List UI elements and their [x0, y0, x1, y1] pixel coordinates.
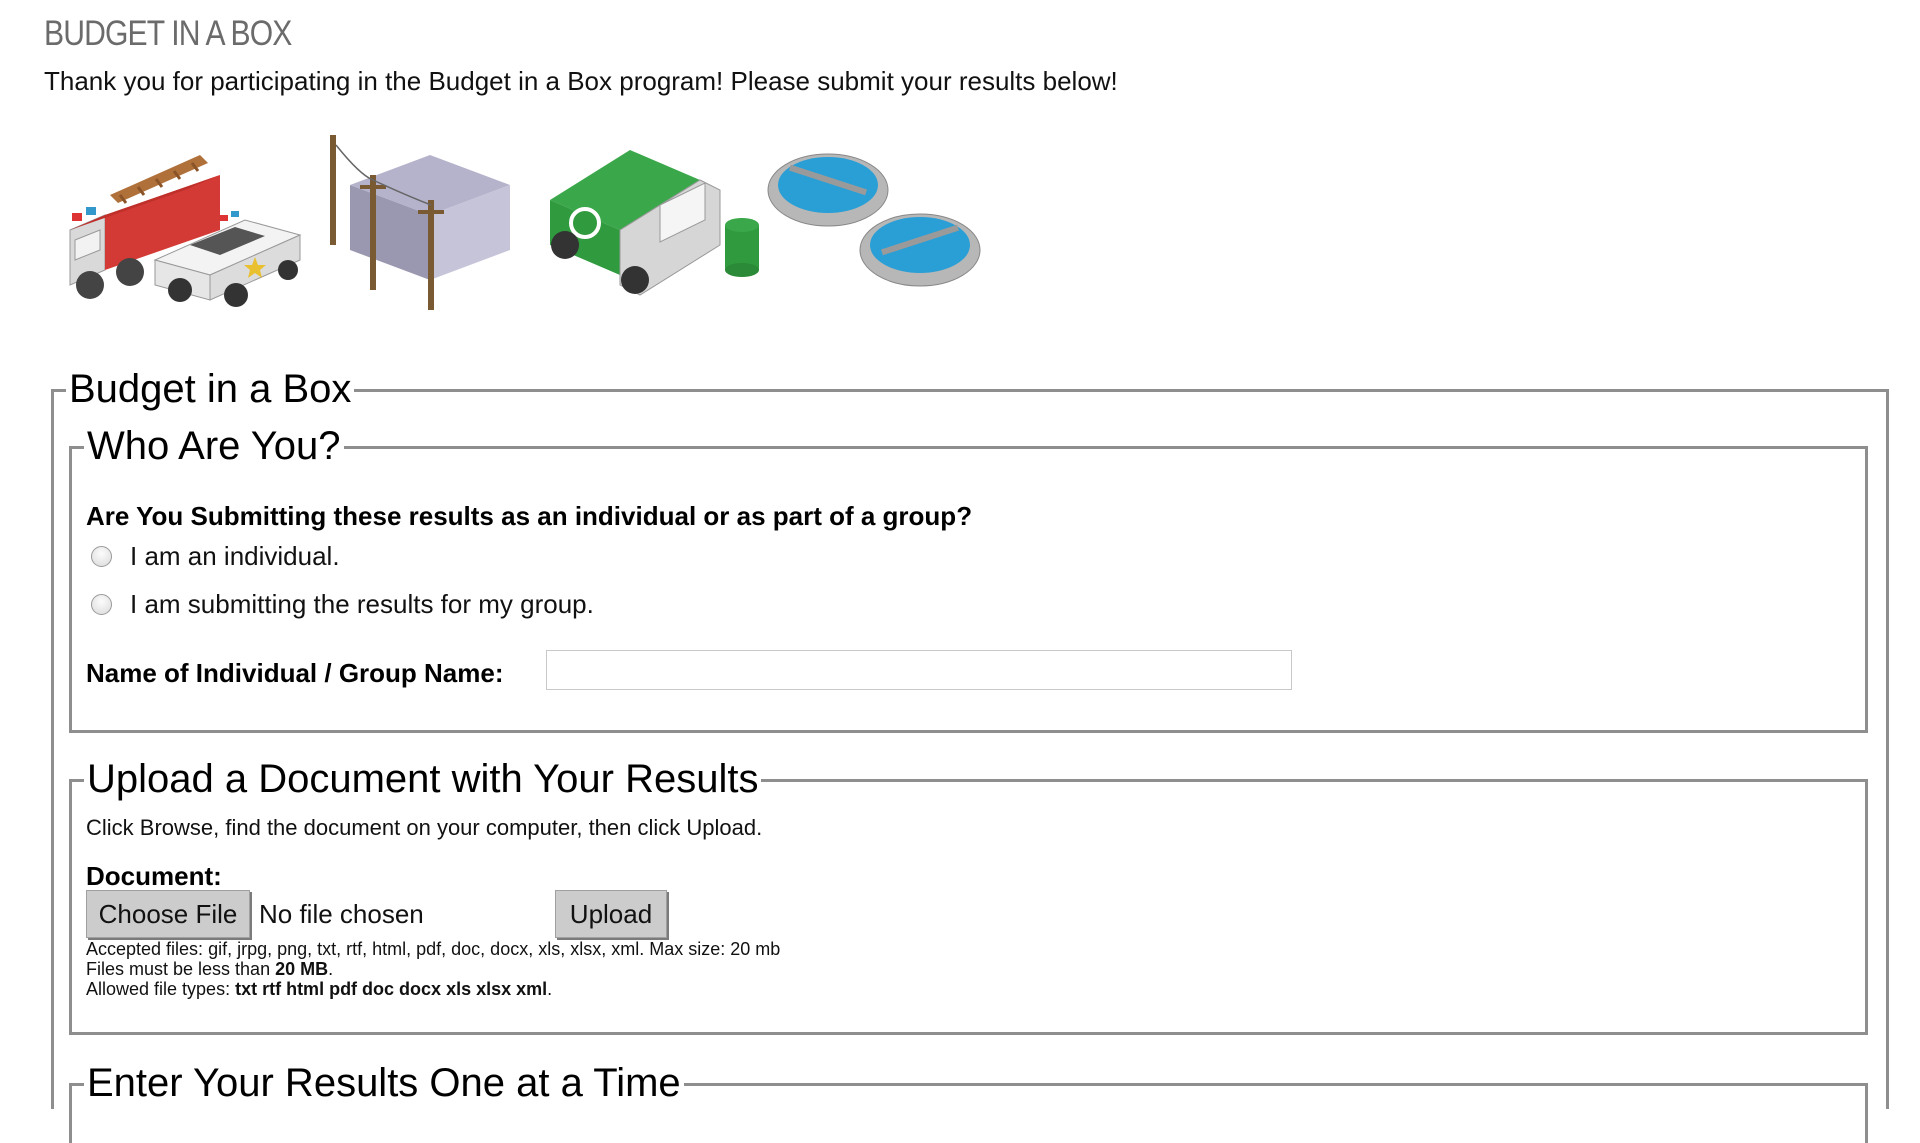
budget-legend: Budget in a Box: [66, 367, 355, 412]
page: BUDGET IN A BOX Thank you for participat…: [0, 0, 1920, 1143]
water-treatment-icon: [767, 153, 981, 287]
garbage-truck-icon: [550, 150, 721, 296]
file-types-prefix: Allowed file types:: [86, 979, 236, 999]
file-size-prefix: Files must be less than: [86, 959, 276, 979]
radio-individual[interactable]: [91, 546, 112, 567]
fieldset-corner: [69, 1083, 79, 1086]
enter-results-legend: Enter Your Results One at a Time: [84, 1061, 684, 1106]
recycling-bin-icon: [725, 218, 759, 277]
fieldset-corner: [69, 446, 79, 449]
services-banner: [69, 135, 981, 310]
radio-group[interactable]: [91, 594, 112, 615]
upload-instructions: Click Browse, find the document on your …: [86, 815, 763, 840]
file-types-note: Allowed file types: txt rtf html pdf doc…: [86, 979, 552, 999]
fieldset-corner: [69, 779, 79, 782]
name-input[interactable]: [546, 650, 1292, 690]
power-lines-icon: [330, 135, 510, 310]
file-size-suffix: .: [328, 959, 334, 979]
upload-legend: Upload a Document with Your Results: [84, 757, 762, 802]
file-types-value: txt rtf html pdf doc docx xls xlsx xml: [235, 979, 548, 999]
choose-file-button[interactable]: Choose File: [86, 890, 250, 938]
radio-option-individual[interactable]: I am an individual.: [91, 541, 340, 572]
name-label: Name of Individual / Group Name:: [86, 658, 504, 688]
file-size-value: 20 MB: [275, 959, 329, 979]
intro-text: Thank you for participating in the Budge…: [44, 66, 1118, 96]
who-are-you-fieldset: Who Are You? Are You Submitting these re…: [69, 424, 1868, 733]
radio-label-group: I am submitting the results for my group…: [130, 589, 594, 619]
radio-label-individual: I am an individual.: [130, 541, 340, 571]
file-types-suffix: .: [547, 979, 553, 999]
upload-button[interactable]: Upload: [555, 890, 667, 938]
who-legend: Who Are You?: [84, 424, 344, 469]
no-file-chosen: No file chosen: [259, 899, 424, 929]
submitter-question: Are You Submitting these results as an i…: [86, 501, 973, 531]
accepted-files-note: Accepted files: gif, jrpg, png, txt, rtf…: [86, 939, 781, 959]
site-title: BUDGET IN A BOX: [44, 14, 292, 53]
enter-results-fieldset: Enter Your Results One at a Time: [69, 1061, 1868, 1143]
document-label: Document:: [86, 861, 222, 891]
fieldset-corner: [51, 389, 61, 392]
file-size-note: Files must be less than 20 MB.: [86, 959, 333, 979]
radio-option-group[interactable]: I am submitting the results for my group…: [91, 589, 594, 620]
upload-fieldset: Upload a Document with Your Results Clic…: [69, 757, 1868, 1035]
